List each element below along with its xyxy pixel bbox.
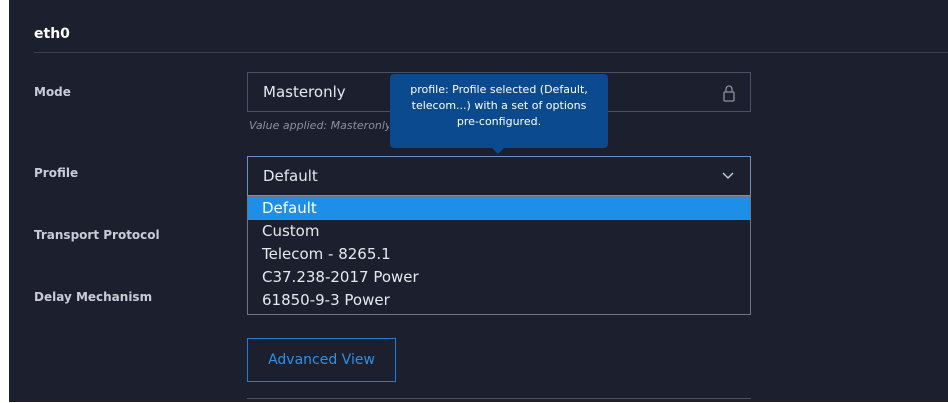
section-divider [34,52,948,53]
mode-value: Masteronly [263,83,346,101]
mode-helper-text: Value applied: Masteronly [249,119,389,132]
settings-panel: eth0 Mode Masteronly Value applied: Mast… [9,0,948,402]
profile-value: Default [263,167,318,185]
tooltip-arrow [492,148,504,154]
next-field-edge [247,398,751,403]
option-c37-power[interactable]: C37.238-2017 Power [248,266,750,289]
profile-dropdown-list[interactable]: Default Custom Telecom - 8265.1 C37.238-… [247,196,751,315]
option-61850-power[interactable]: 61850-9-3 Power [248,289,750,312]
profile-select[interactable]: Default [247,156,751,196]
mode-label: Mode [34,85,71,99]
advanced-view-button[interactable]: Advanced View [247,338,396,382]
option-custom[interactable]: Custom [248,220,750,243]
option-telecom[interactable]: Telecom - 8265.1 [248,243,750,266]
chevron-down-icon[interactable] [722,172,734,180]
tooltip-text: profile: Profile selected (Default, tele… [410,83,588,128]
profile-tooltip: profile: Profile selected (Default, tele… [390,74,608,154]
delay-mechanism-label: Delay Mechanism [34,290,153,304]
transport-protocol-label: Transport Protocol [34,228,160,242]
option-default[interactable]: Default [248,197,750,220]
lock-icon [723,85,735,102]
profile-label: Profile [34,166,79,180]
section-title: eth0 [34,26,70,42]
